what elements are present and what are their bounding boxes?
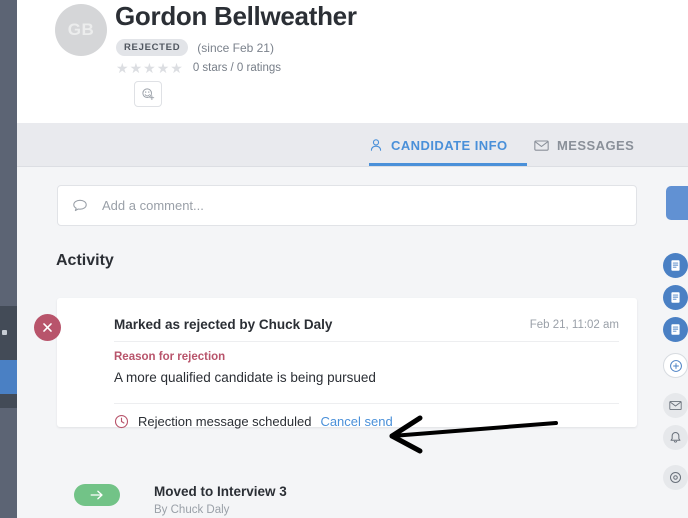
document-icon [671,324,680,335]
stage-moved-badge [74,484,120,506]
activity-timestamp: Feb 21, 11:02 am [529,319,619,331]
active-tab-indicator [369,163,527,166]
envelope-icon-button[interactable] [663,393,688,418]
tab-bar: CANDIDATE INFO MESSAGES [17,123,688,167]
star-icon[interactable]: ★ [116,61,129,75]
comment-input-row[interactable]: Add a comment... [57,185,637,226]
avatar: GB [55,4,107,56]
tab-messages-label: MESSAGES [557,137,635,153]
star-icon[interactable]: ★ [143,61,156,75]
rail-marker [2,330,7,335]
rail-segment-dark-bottom [0,394,17,408]
activity-heading: Activity [56,252,114,269]
right-icon-rail [663,167,688,518]
status-since-label: (since Feb 21) [197,40,274,55]
clock-plus-icon [669,359,682,372]
envelope-icon [534,139,549,151]
tab-messages[interactable]: MESSAGES [534,123,634,167]
avatar-initials: GB [67,20,95,39]
scheduled-message-text: Rejection message scheduled [138,414,312,429]
scheduled-message-row: Rejection message scheduled Cancel send [114,414,393,429]
activity-byline: By Chuck Daly [154,504,230,516]
clock-plus-icon-button[interactable] [663,353,688,378]
activity-title: Marked as rejected by Chuck Daly [114,317,333,332]
tab-candidate-info[interactable]: CANDIDATE INFO [369,123,508,167]
x-circle-icon [34,314,61,341]
rating-row: ★ ★ ★ ★ ★ 0 stars / 0 ratings [116,61,281,75]
status-row: REJECTED (since Feb 21) [116,39,274,56]
star-icon[interactable]: ★ [130,61,143,75]
bell-icon-button[interactable] [663,425,688,450]
panel-toggle-button[interactable] [666,186,688,220]
activity-title: Moved to Interview 3 [154,484,287,499]
document-icon-button-3[interactable] [663,317,688,342]
rejection-reason-text: A more qualified candidate is being purs… [114,370,376,385]
clock-icon [114,414,129,429]
rejection-reason-label: Reason for rejection [114,351,226,363]
tab-candidate-info-label: CANDIDATE INFO [391,137,508,153]
star-icon[interactable]: ★ [157,61,170,75]
app-window: GB Gordon Bellweather REJECTED (since Fe… [0,0,688,518]
add-emoji-icon [141,87,154,100]
location-pin-icon [669,471,682,484]
bell-icon [670,431,681,443]
divider [114,341,619,342]
arrow-right-icon [90,490,103,500]
close-icon [43,323,52,332]
person-icon [370,139,382,151]
star-icon[interactable]: ★ [170,61,183,75]
divider [114,403,619,404]
envelope-icon [669,400,682,411]
page-title: Gordon Bellweather [115,1,357,31]
speech-bubble-icon [73,199,87,211]
document-icon [671,292,680,303]
document-icon [671,260,680,271]
activity-card-rejected: Marked as rejected by Chuck Daly Feb 21,… [34,298,637,429]
cancel-send-link[interactable]: Cancel send [320,414,392,429]
main-content: Add a comment... Activity Marked as reje… [17,167,688,518]
location-pin-icon-button[interactable] [663,465,688,490]
comment-input-placeholder: Add a comment... [102,198,204,213]
candidate-profile-header: GB Gordon Bellweather REJECTED (since Fe… [17,0,688,123]
document-icon-button-2[interactable] [663,285,688,310]
left-app-rail[interactable] [0,0,17,518]
ratings-summary: 0 stars / 0 ratings [192,62,282,74]
status-badge: REJECTED [116,39,189,56]
rail-segment-active[interactable] [0,360,17,394]
document-icon-button-1[interactable] [663,253,688,278]
add-emoji-button[interactable] [134,81,162,107]
star-rating[interactable]: ★ ★ ★ ★ ★ [116,61,183,75]
